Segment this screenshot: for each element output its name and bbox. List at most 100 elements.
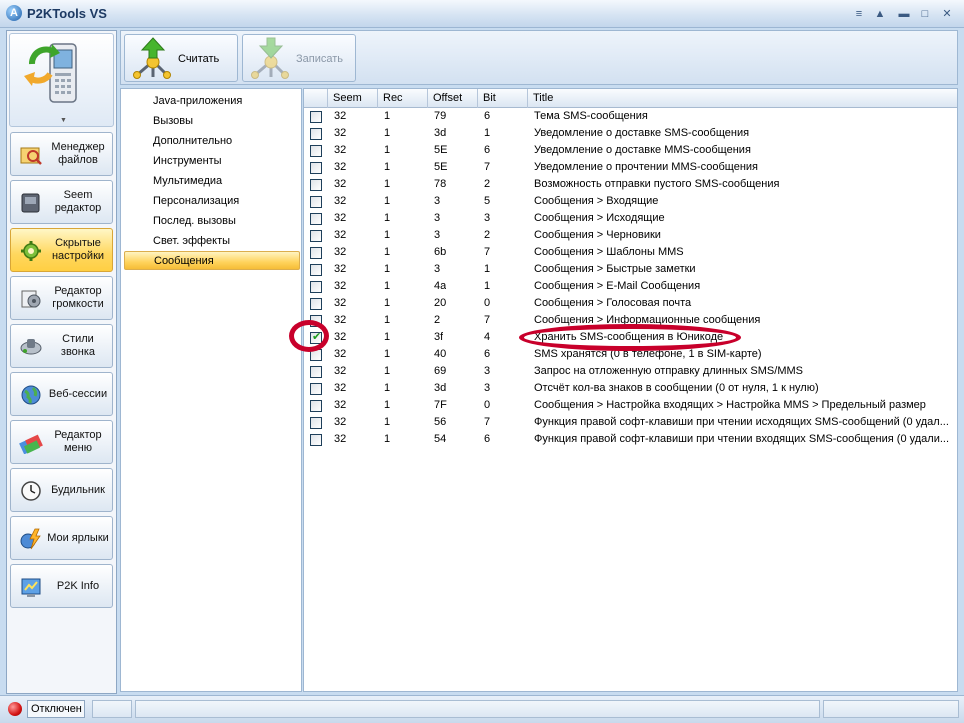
row-checkbox[interactable] (310, 281, 322, 293)
row-checkbox[interactable] (310, 111, 322, 123)
table-row[interactable]: 32 1 20 0 Сообщения > Голосовая почта (304, 295, 957, 312)
cell-rec: 1 (384, 212, 391, 224)
row-checkbox[interactable] (310, 128, 322, 140)
cell-title: Сообщения > Голосовая почта (534, 297, 692, 309)
category-item[interactable]: Свет. эффекты (124, 232, 300, 251)
row-checkbox[interactable] (310, 162, 322, 174)
table-row[interactable]: 32 1 3 1 Сообщения > Быстрые заметки (304, 261, 957, 278)
category-item[interactable]: Послед. вызовы (124, 212, 300, 231)
cell-title: Сообщения > Входящие (534, 195, 659, 207)
row-checkbox[interactable] (310, 145, 322, 157)
cell-rec: 1 (384, 433, 391, 445)
category-item[interactable]: Персонализация (124, 192, 300, 211)
menu-icon[interactable]: ≡ (852, 7, 866, 21)
cell-bit: 2 (484, 229, 491, 241)
category-item[interactable]: Инструменты (124, 152, 300, 171)
row-checkbox[interactable] (310, 230, 322, 242)
header-title[interactable]: Title (528, 89, 957, 108)
cell-offset: 54 (434, 433, 447, 445)
close-icon[interactable]: ✕ (940, 7, 954, 21)
table-row[interactable]: 32 1 3 2 Сообщения > Черновики (304, 227, 957, 244)
info-icon (21, 578, 41, 597)
write-button[interactable]: Записать (242, 34, 356, 82)
table-row[interactable]: 32 1 78 2 Возможность отправки пустого SMS-с… (304, 176, 957, 193)
table-row[interactable]: 32 1 5E 7 Уведомление о прочтении MMS-сообще… (304, 159, 957, 176)
table-row[interactable]: 32 1 3 5 Сообщения > Входящие (304, 193, 957, 210)
expand-arrow-icon[interactable]: ▼ (60, 117, 67, 124)
header-seem[interactable]: Seem (328, 89, 378, 108)
alarm-clock-icon (21, 481, 41, 501)
phone-status-box[interactable]: ▼ (9, 33, 114, 127)
status-bar: Отключен (0, 695, 964, 723)
minimize-icon[interactable]: ▬ (897, 7, 911, 21)
title-bar[interactable]: A P2KTools VS ≡ ▲ ▬ □ ✕ (0, 0, 964, 28)
row-checkbox[interactable] (310, 247, 322, 259)
category-item[interactable]: Вызовы (124, 112, 300, 131)
row-checkbox[interactable] (310, 213, 322, 225)
table-row[interactable]: 32 1 7F 0 Сообщения > Настройка входящих > Н… (304, 397, 957, 414)
table-row[interactable]: 32 1 3d 3 Отсчёт кол-ва знаков в сообщении (… (304, 380, 957, 397)
cell-offset: 69 (434, 365, 447, 377)
row-checkbox[interactable] (310, 264, 322, 276)
read-button[interactable]: Считать (124, 34, 238, 82)
nav-menu-editor[interactable]: Редактор меню (10, 420, 113, 464)
table-row[interactable]: 32 1 5E 6 Уведомление о доставке MMS-сообщен… (304, 142, 957, 159)
status-segment (92, 700, 132, 718)
category-list: Java-приложения Вызовы Дополнительно Инс… (120, 88, 302, 692)
nav-file-manager[interactable]: Менеджер файлов (10, 132, 113, 176)
category-item-selected[interactable]: Сообщения (124, 251, 300, 270)
cell-rec: 1 (384, 195, 391, 207)
nav-web-sessions[interactable]: Веб-сессии (10, 372, 113, 416)
table-row[interactable]: 32 1 3d 1 Уведомление о доставке SMS-сообщен… (304, 125, 957, 142)
cell-rec: 1 (384, 110, 391, 122)
table-row[interactable]: 32 1 79 6 Тема SMS-сообщения (304, 108, 957, 125)
nav-shortcuts[interactable]: Мои ярлыки (10, 516, 113, 560)
nav-seem-editor[interactable]: Seem редактор (10, 180, 113, 224)
cell-rec: 1 (384, 127, 391, 139)
row-checkbox[interactable] (310, 298, 322, 310)
table-row[interactable]: 32 1 54 6 Функция правой софт-клавиши при чт… (304, 431, 957, 448)
nav-alarm[interactable]: Будильник (10, 468, 113, 512)
row-checkbox[interactable] (310, 383, 322, 395)
app-logo-icon: A (6, 5, 22, 21)
nav-label: Редактор меню (54, 429, 102, 454)
table-row[interactable]: 32 1 56 7 Функция правой софт-клавиши при чт… (304, 414, 957, 431)
cell-seem: 32 (334, 365, 347, 377)
cell-bit: 1 (484, 263, 491, 275)
header-offset[interactable]: Offset (428, 89, 478, 108)
table-row[interactable]: 32 1 69 3 Запрос на отложенную отправку длин… (304, 363, 957, 380)
read-download-icon (133, 37, 171, 79)
nav-label: P2K Info (56, 579, 100, 592)
nav-label: Менеджер файлов (51, 141, 105, 166)
nav-volume-editor[interactable]: Редактор громкости (10, 276, 113, 320)
cell-title: Уведомление о доставке SMS-сообщения (534, 127, 750, 139)
nav-label: Seem редактор (54, 189, 102, 214)
row-checkbox[interactable] (310, 366, 322, 378)
cell-rec: 1 (384, 314, 391, 326)
header-rec[interactable]: Rec (378, 89, 428, 108)
table-row[interactable]: 32 1 3 3 Сообщения > Исходящие (304, 210, 957, 227)
cell-seem: 32 (334, 297, 347, 309)
row-checkbox[interactable] (310, 196, 322, 208)
table-row[interactable]: 32 1 6b 7 Сообщения > Шаблоны MMS (304, 244, 957, 261)
nav-ring-styles[interactable]: Стили звонка (10, 324, 113, 368)
row-checkbox[interactable] (310, 400, 322, 412)
cell-title: Сообщения > Шаблоны MMS (534, 246, 684, 258)
category-item[interactable]: Дополнительно (124, 132, 300, 151)
maximize-icon[interactable]: □ (918, 7, 932, 21)
row-checkbox[interactable] (310, 434, 322, 446)
cell-rec: 1 (384, 382, 391, 394)
row-checkbox[interactable] (310, 179, 322, 191)
nav-p2k-info[interactable]: P2K Info (10, 564, 113, 608)
category-item[interactable]: Java-приложения (124, 92, 300, 111)
header-checkbox-col[interactable] (304, 89, 328, 108)
collapse-icon[interactable]: ▲ (873, 7, 887, 21)
row-checkbox[interactable] (310, 417, 322, 429)
table-row[interactable]: 32 1 4a 1 Сообщения > E-Mail Сообщения (304, 278, 957, 295)
cell-rec: 1 (384, 416, 391, 428)
cell-title: Сообщения > Быстрые заметки (534, 263, 696, 275)
nav-hidden-settings[interactable]: Скрытые настройки (10, 228, 113, 272)
header-bit[interactable]: Bit (478, 89, 528, 108)
file-manager-icon (20, 147, 42, 165)
category-item[interactable]: Мультимедиа (124, 172, 300, 191)
